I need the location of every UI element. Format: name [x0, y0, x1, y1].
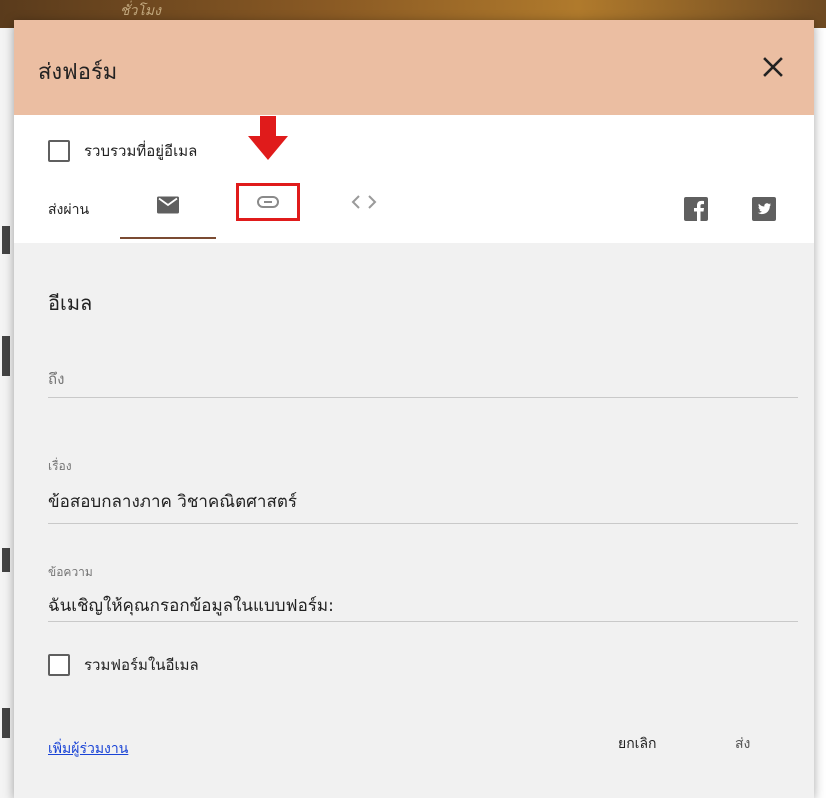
dialog-title: ส่งฟอร์ม [38, 60, 118, 85]
background-left-strip [0, 28, 14, 798]
twitter-icon[interactable] [752, 197, 776, 221]
add-collaborators-link[interactable]: เพิ่มผู้ร่วมงาน [48, 738, 128, 760]
message-value: ฉันเชิญให้คุณกรอกข้อมูลในแบบฟอร์ม: [48, 596, 334, 616]
include-form-row: รวมฟอร์มในอีเมล [48, 653, 199, 677]
banner-text: ชั่วโมง [120, 3, 161, 19]
collect-emails-checkbox[interactable] [48, 140, 70, 162]
to-field[interactable]: ถึง [48, 367, 798, 398]
subject-value: ข้อสอบกลางภาค วิชาคณิตศาสตร์ [48, 492, 297, 512]
mail-icon [157, 196, 179, 214]
send-button[interactable]: ส่ง [735, 733, 750, 755]
facebook-icon[interactable] [684, 197, 708, 221]
to-placeholder: ถึง [48, 370, 65, 388]
tab-email[interactable] [120, 185, 216, 239]
tab-embed[interactable] [336, 185, 392, 237]
section-title: อีเมล [48, 291, 93, 315]
collect-emails-row: รวบรวมที่อยู่อีเมล [48, 139, 197, 163]
embed-code-icon [351, 195, 377, 209]
link-icon [257, 196, 279, 208]
send-options: รวบรวมที่อยู่อีเมล ส่งผ่าน [14, 115, 814, 243]
email-panel: อีเมล ถึง เรื่อง ข้อสอบกลางภาค วิชาคณิตศ… [14, 243, 814, 798]
cancel-button[interactable]: ยกเลิก [618, 733, 657, 755]
close-icon [763, 57, 783, 77]
include-form-checkbox[interactable] [48, 654, 70, 676]
subject-label: เรื่อง [48, 459, 72, 473]
message-field[interactable]: ข้อความ ฉันเชิญให้คุณกรอกข้อมูลในแบบฟอร์… [48, 563, 798, 622]
send-form-dialog: ส่งฟอร์ม รวบรวมที่อยู่อีเมล ส่งผ่าน อีเม… [14, 20, 814, 798]
tab-link[interactable] [236, 183, 300, 237]
message-label: ข้อความ [48, 565, 93, 579]
close-button[interactable] [762, 56, 784, 78]
send-via-label: ส่งผ่าน [48, 202, 90, 218]
red-arrow-annotation [248, 116, 288, 160]
dialog-header: ส่งฟอร์ม [14, 20, 814, 115]
collect-emails-label: รวบรวมที่อยู่อีเมล [84, 142, 198, 160]
include-form-label: รวมฟอร์มในอีเมล [84, 656, 199, 674]
subject-field[interactable]: เรื่อง ข้อสอบกลางภาค วิชาคณิตศาสตร์ [48, 457, 798, 524]
